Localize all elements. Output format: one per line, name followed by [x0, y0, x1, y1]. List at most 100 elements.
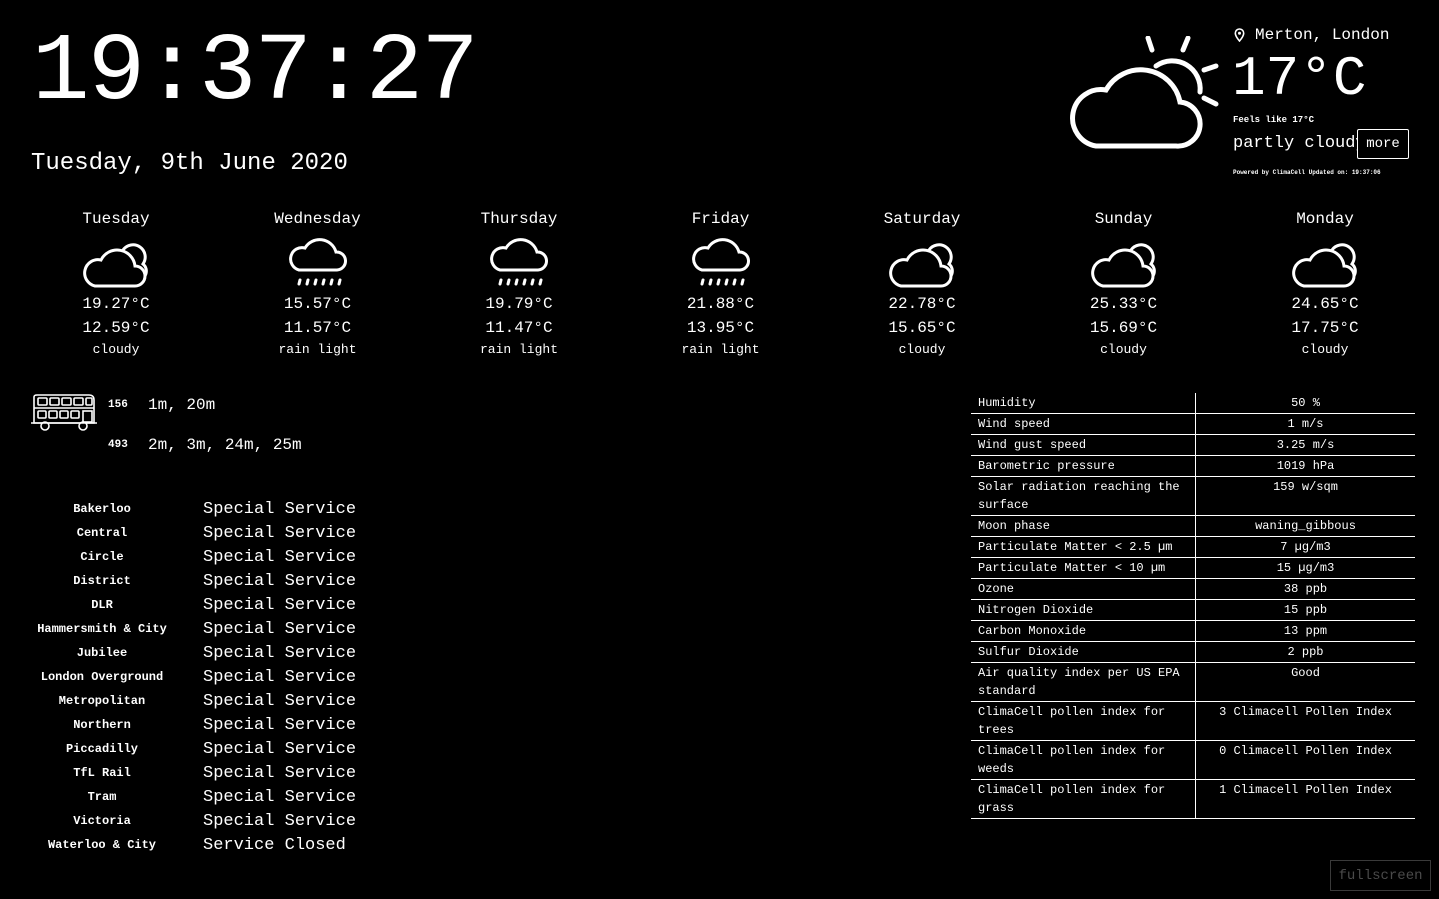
- details-value: 7 µg/m3: [1195, 536, 1415, 558]
- tube-line-name: Circle: [80, 550, 124, 564]
- bus-route-number: 156: [108, 399, 128, 411]
- tube-line-status: Special Service: [203, 523, 357, 543]
- details-row: Solar radiation reaching the surface 159 …: [971, 476, 1415, 516]
- details-label: ClimaCell pollen index for grass: [971, 779, 1196, 819]
- forecast-day: Thursday 19.79°C 11.47°C rain light: [429, 208, 609, 360]
- partly-cloudy-icon: [1070, 36, 1219, 149]
- tube-line-status: Special Service: [203, 619, 357, 639]
- location: Merton, London: [1234, 24, 1389, 46]
- tube-line-name: DLR: [91, 598, 113, 612]
- details-value: 13 ppm: [1195, 620, 1415, 642]
- tube-line-row: Waterloo & City Service Closed: [32, 833, 346, 857]
- tube-line-row: Metropolitan Special Service: [32, 689, 356, 713]
- tube-line-name: Victoria: [73, 814, 131, 828]
- tube-line-row: Tram Special Service: [32, 785, 356, 809]
- details-row: ClimaCell pollen index for grass 1 Climac…: [971, 779, 1415, 819]
- bus-icon: [31, 394, 97, 431]
- rain-light-icon: [288, 238, 347, 286]
- location-pin-icon: [1234, 28, 1245, 42]
- tube-line-name: Northern: [73, 718, 131, 732]
- forecast-condition: cloudy: [1301, 342, 1349, 357]
- tube-line-row: Victoria Special Service: [32, 809, 356, 833]
- tube-line-status: Special Service: [203, 643, 357, 663]
- forecast-low-temp: 17.75°C: [1291, 319, 1359, 337]
- tube-line-status: Special Service: [203, 691, 357, 711]
- tube-line-row: District Special Service: [32, 569, 356, 593]
- current-summary: partly cloudy: [1233, 134, 1366, 153]
- details-row: Barometric pressure 1019 hPa: [971, 455, 1415, 477]
- details-value: 3 Climacell Pollen Index: [1195, 701, 1415, 741]
- weather-details-table: Humidity 50 % Wind speed 1 m/s Wind gust spe…: [971, 393, 1415, 819]
- forecast-high-temp: 15.57°C: [283, 295, 352, 313]
- forecast-day-name: Wednesday: [274, 210, 361, 228]
- tube-line-status: Service Closed: [203, 835, 346, 855]
- location-name: Merton, London: [1255, 26, 1390, 44]
- forecast-day-name: Friday: [691, 210, 750, 228]
- details-row: Ozone 38 ppb: [971, 578, 1415, 600]
- tube-line-row: Piccadilly Special Service: [32, 737, 356, 761]
- details-value: Good: [1195, 662, 1415, 702]
- details-label: Particulate Matter < 2.5 µm: [971, 536, 1196, 558]
- forecast-condition: rain light: [681, 342, 760, 357]
- details-label: Sulfur Dioxide: [971, 641, 1196, 663]
- details-value: 3.25 m/s: [1195, 434, 1415, 456]
- forecast-day: Sunday 25.33°C 15.69°C cloudy: [1034, 208, 1214, 360]
- details-label: Particulate Matter < 10 µm: [971, 557, 1196, 579]
- details-value: 159 w/sqm: [1195, 476, 1415, 516]
- forecast-high-temp: 21.88°C: [686, 295, 755, 313]
- bus-route-row: 156 1m, 20m: [108, 396, 215, 414]
- tube-line-row: Northern Special Service: [32, 713, 356, 737]
- details-label: Ozone: [971, 578, 1196, 600]
- details-value: 1 Climacell Pollen Index: [1195, 779, 1415, 819]
- details-row: ClimaCell pollen index for weeds 0 Climac…: [971, 740, 1415, 780]
- tube-line-name: District: [73, 574, 131, 588]
- details-label: Barometric pressure: [971, 455, 1196, 477]
- tube-line-name: Waterloo & City: [47, 838, 157, 852]
- bus-arrival-times: 2m, 3m, 24m, 25m: [148, 436, 302, 454]
- fullscreen-button[interactable]: fullscreen: [1330, 860, 1431, 891]
- details-value: 50 %: [1195, 393, 1415, 414]
- tube-line-row: TfL Rail Special Service: [32, 761, 356, 785]
- forecast-day: Tuesday 19.27°C 12.59°C cloudy: [26, 208, 206, 360]
- powered-by: Powered by ClimaCell Updated on: 19:37:0…: [1233, 169, 1381, 176]
- forecast-high-temp: 25.33°C: [1089, 295, 1158, 313]
- forecast-low-temp: 13.95°C: [686, 319, 755, 337]
- tube-line-name: Bakerloo: [73, 502, 131, 516]
- details-value: 15 ppb: [1195, 599, 1415, 621]
- tube-line-name: London Overground: [40, 670, 164, 684]
- forecast-low-temp: 12.59°C: [82, 319, 150, 337]
- details-value: 15 µg/m3: [1195, 557, 1415, 579]
- details-value: 1 m/s: [1195, 413, 1415, 435]
- clock-time: 19:37:27: [32, 18, 479, 127]
- details-row: Carbon Monoxide 13 ppm: [971, 620, 1415, 642]
- tube-line-name: Hammersmith & City: [37, 622, 167, 636]
- forecast-condition: cloudy: [92, 342, 140, 357]
- tube-line-status: Special Service: [203, 787, 357, 807]
- details-value: waning_gibbous: [1195, 515, 1415, 537]
- bus-route-number: 493: [108, 439, 128, 451]
- tube-line-name: Central: [76, 526, 128, 540]
- tube-line-row: DLR Special Service: [32, 593, 356, 617]
- details-row: Nitrogen Dioxide 15 ppb: [971, 599, 1415, 621]
- details-label: ClimaCell pollen index for weeds: [971, 740, 1196, 780]
- more-button[interactable]: more: [1357, 129, 1409, 159]
- feels-like: Feels like 17°C: [1233, 115, 1315, 125]
- details-label: Solar radiation reaching the surface: [971, 476, 1196, 516]
- details-row: ClimaCell pollen index for trees 3 Climac…: [971, 701, 1415, 741]
- forecast-day-name: Saturday: [883, 210, 961, 228]
- tube-line-name: TfL Rail: [73, 766, 131, 780]
- tube-line-name: Metropolitan: [58, 694, 146, 708]
- tube-line-status: Special Service: [203, 499, 357, 519]
- bus-arrival-times: 1m, 20m: [148, 396, 216, 414]
- forecast-low-temp: 11.57°C: [283, 319, 352, 337]
- details-row: Wind gust speed 3.25 m/s: [971, 434, 1415, 456]
- details-row: Sulfur Dioxide 2 ppb: [971, 641, 1415, 663]
- forecast-day-name: Tuesday: [82, 210, 150, 228]
- tube-line-status: Special Service: [203, 547, 357, 567]
- forecast-day-name: Thursday: [480, 210, 558, 228]
- tube-line-row: Bakerloo Special Service: [32, 497, 356, 521]
- tube-line-status: Special Service: [203, 667, 357, 687]
- details-value: 2 ppb: [1195, 641, 1415, 663]
- forecast-day: Wednesday 15.57°C 11.57°C rain light: [228, 208, 408, 360]
- tube-line-row: Hammersmith & City Special Service: [32, 617, 356, 641]
